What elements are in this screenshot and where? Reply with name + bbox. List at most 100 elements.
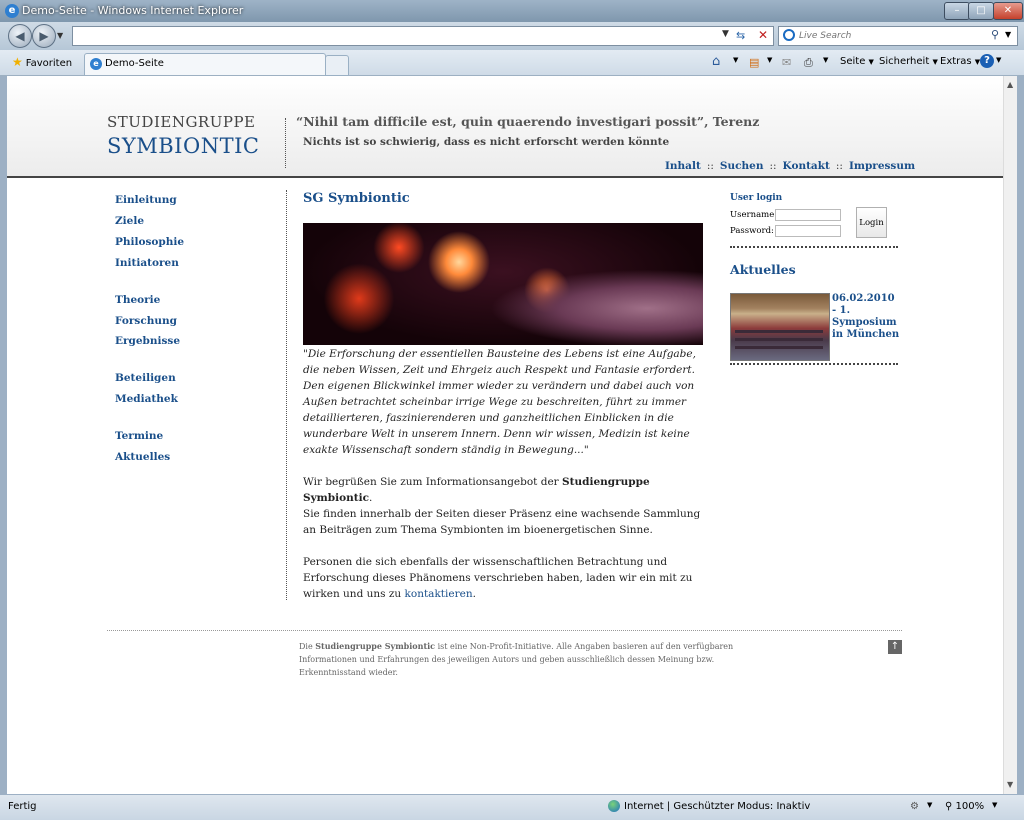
nav-mediathek[interactable]: Mediathek — [115, 393, 178, 405]
extras-menu[interactable]: Extras ▼ — [940, 56, 980, 67]
minimize-button[interactable]: – — [944, 2, 970, 20]
search-box[interactable]: ⚲ ▼ — [778, 26, 1018, 46]
help-dropdown-icon[interactable]: ▼ — [996, 56, 1001, 64]
navigation-bar: ◀ ▶ ▼ ▼ ⇆ ✕ ⚲ ▼ — [0, 22, 1024, 50]
zoom-icon: ⚲ — [945, 801, 953, 812]
security-menu[interactable]: Sicherheit ▼ — [879, 56, 938, 67]
seat-row — [735, 346, 823, 349]
vertical-scrollbar[interactable]: ▲ ▼ — [1003, 76, 1018, 794]
scroll-down-icon[interactable]: ▼ — [1007, 780, 1013, 789]
print-dropdown-icon[interactable]: ▼ — [823, 56, 828, 64]
help-icon[interactable]: ? — [980, 54, 994, 68]
extras-menu-label: Extras — [940, 56, 972, 67]
search-icon[interactable]: ⚲ — [991, 28, 999, 41]
footer-bold: Studiengruppe Symbiontic — [315, 641, 436, 651]
feeds-icon[interactable]: ▤ — [749, 56, 759, 69]
favorites-button[interactable]: ★ Favoriten — [12, 55, 72, 69]
status-text: Fertig — [8, 801, 37, 812]
nav-initiatoren[interactable]: Initiatoren — [115, 257, 179, 269]
address-bar[interactable] — [72, 26, 774, 46]
nav-ergebnisse[interactable]: Ergebnisse — [115, 335, 180, 347]
login-button[interactable]: Login — [856, 207, 887, 238]
forward-button[interactable]: ▶ — [32, 24, 56, 48]
address-dropdown-icon[interactable]: ▼ — [722, 29, 729, 39]
page-menu-label: Seite — [840, 56, 866, 67]
new-tab-button[interactable] — [325, 55, 349, 76]
protected-mode-icon[interactable]: ⚙ — [910, 801, 919, 812]
nav-forschung[interactable]: Forschung — [115, 315, 177, 327]
search-input[interactable] — [797, 28, 996, 44]
news-title: Aktuelles — [730, 262, 796, 277]
page-menu[interactable]: Seite ▼ — [840, 56, 874, 67]
news-thumbnail[interactable] — [730, 293, 830, 361]
window-frame-right — [1017, 76, 1024, 794]
welcome-text: Wir begrüßen Sie zum Informationsangebot… — [303, 476, 563, 488]
password-input[interactable] — [775, 225, 841, 237]
welcome-paragraph: Wir begrüßen Sie zum Informationsangebot… — [303, 474, 708, 506]
main-content: SG Symbiontic — [303, 191, 713, 206]
tab-label: Demo-Seite — [105, 58, 164, 69]
header-divider — [285, 118, 286, 168]
news-item-link[interactable]: 06.02.2010 - 1. Symposium in München — [832, 293, 902, 341]
nav-separator: :: — [706, 160, 714, 172]
intro-quote: "Die Erforschung der essentiellen Bauste… — [303, 348, 696, 456]
seat-row — [735, 330, 823, 333]
welcome-end: . — [369, 492, 373, 504]
contact-link[interactable]: kontaktieren — [405, 588, 473, 600]
security-menu-label: Sicherheit — [879, 56, 930, 67]
zoom-dropdown-icon[interactable]: ▼ — [992, 801, 997, 809]
home-icon[interactable]: ⌂ — [712, 54, 720, 69]
scroll-up-icon[interactable]: ▲ — [1007, 80, 1013, 89]
mail-icon[interactable]: ✉ — [782, 56, 791, 69]
home-dropdown-icon[interactable]: ▼ — [733, 56, 738, 64]
nav-ziele[interactable]: Ziele — [115, 215, 144, 227]
nav-inhalt[interactable]: Inhalt — [665, 160, 701, 172]
nav-aktuelles[interactable]: Aktuelles — [115, 451, 170, 463]
column-divider — [286, 190, 287, 600]
stop-icon[interactable]: ✕ — [758, 28, 768, 42]
hero-image-plasma — [303, 223, 703, 345]
nav-separator: :: — [769, 160, 777, 172]
ie-logo-icon: e — [5, 4, 19, 18]
search-provider-dropdown-icon[interactable]: ▼ — [1005, 30, 1011, 39]
maximize-button[interactable]: □ — [968, 2, 994, 20]
recent-pages-dropdown-icon[interactable]: ▼ — [57, 31, 63, 40]
username-input[interactable] — [775, 209, 841, 221]
nav-termine[interactable]: Termine — [115, 430, 163, 442]
window-title: Demo-Seite - Windows Internet Explorer — [22, 4, 244, 17]
status-bar: Fertig Internet | Geschützter Modus: Ina… — [0, 794, 1024, 820]
nav-separator: :: — [835, 160, 843, 172]
refresh-icon[interactable]: ⇆ — [736, 29, 745, 42]
footer-pre: Die — [299, 642, 316, 651]
header-quote: “Nihil tam difficile est, quin quaerendo… — [296, 114, 760, 129]
nav-theorie[interactable]: Theorie — [115, 294, 160, 306]
nav-kontakt[interactable]: Kontakt — [783, 160, 830, 172]
invite-end: . — [472, 588, 476, 600]
brand-top: STUDIENGRUPPE — [107, 113, 256, 131]
security-zone-text: Internet | Geschützter Modus: Inaktiv — [624, 801, 811, 812]
collection-paragraph: Sie finden innerhalb der Seiten dieser P… — [303, 508, 701, 536]
nav-beteiligen[interactable]: Beteiligen — [115, 372, 176, 384]
nav-suchen[interactable]: Suchen — [720, 160, 764, 172]
star-icon: ★ — [12, 55, 23, 69]
live-search-icon — [783, 29, 795, 41]
nav-impressum[interactable]: Impressum — [849, 160, 915, 172]
nav-philosophie[interactable]: Philosophie — [115, 236, 184, 248]
login-title: User login — [730, 193, 783, 203]
nav-einleitung[interactable]: Einleitung — [115, 194, 177, 206]
back-button[interactable]: ◀ — [8, 24, 32, 48]
tab-demo-seite[interactable]: e Demo-Seite — [84, 53, 326, 75]
favorites-label: Favoriten — [25, 58, 73, 69]
tab-row: ★ Favoriten e Demo-Seite ⌂ ▼ ▤ ▼ ✉ ⎙ ▼ Se… — [0, 50, 1024, 76]
back-to-top-icon[interactable]: ↑ — [888, 640, 902, 654]
zoom-control[interactable]: ⚲ 100% — [945, 801, 984, 812]
invite-text: Personen die sich ebenfalls der wissensc… — [303, 556, 693, 600]
print-icon[interactable]: ⎙ — [804, 56, 813, 70]
footer-divider — [107, 630, 902, 631]
divider — [730, 363, 898, 365]
brand-bottom[interactable]: SYMBIONTIC — [107, 134, 259, 158]
close-button[interactable]: ✕ — [993, 2, 1023, 20]
protected-mode-dropdown-icon[interactable]: ▼ — [927, 801, 932, 809]
footer-text: Die Studiengruppe Symbiontic ist eine No… — [299, 640, 759, 679]
feeds-dropdown-icon[interactable]: ▼ — [767, 56, 772, 64]
